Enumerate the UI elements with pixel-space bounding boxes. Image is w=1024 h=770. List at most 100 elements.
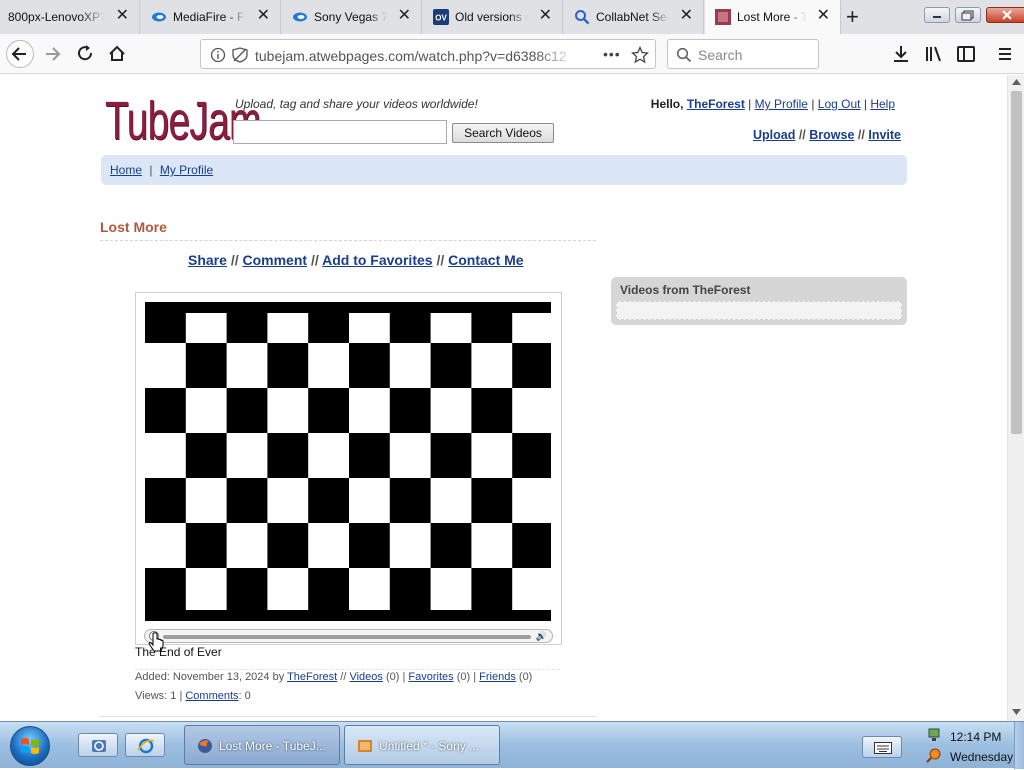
separator: |	[811, 97, 815, 111]
firefox-icon	[198, 739, 212, 753]
search-icon	[676, 47, 692, 63]
friends-link[interactable]: Friends	[479, 671, 516, 683]
favorites-link[interactable]: Favorites	[408, 671, 453, 683]
scroll-up-icon[interactable]	[1012, 79, 1021, 85]
videos-from-user-box: Videos from TheForest	[611, 277, 907, 325]
search-tray-icon[interactable]	[926, 747, 942, 763]
quicklaunch-ie[interactable]	[125, 733, 165, 757]
separator: |	[748, 97, 752, 111]
video-frame[interactable]	[145, 302, 551, 621]
friends-count: (0)	[518, 671, 533, 683]
close-tab-icon[interactable]: ✕	[257, 7, 270, 25]
close-tab-icon[interactable]: ✕	[398, 7, 411, 25]
player-controls: 🔊	[144, 629, 553, 643]
forward-button[interactable]	[40, 40, 68, 68]
tab-label: 800px-LenovoXP7_	[8, 10, 105, 24]
minimize-button[interactable]	[924, 7, 950, 23]
sony-vegas-icon	[358, 740, 372, 752]
url-bar[interactable]: tubejam.atwebpages.com/watch.php?v=d6388…	[200, 39, 656, 69]
system-clock[interactable]: 12:14 PM Wednesday	[950, 727, 1013, 767]
seek-bar[interactable]	[163, 635, 531, 639]
input-language-button[interactable]	[862, 736, 902, 758]
tracking-protection-icon[interactable]	[231, 47, 249, 63]
contact-me-link[interactable]: Contact Me	[448, 252, 523, 268]
tab-label: MediaFire - File	[173, 10, 246, 24]
tubejam-favicon-icon	[715, 9, 731, 25]
windows-logo-icon	[21, 738, 39, 754]
videos-link[interactable]: Videos	[349, 671, 382, 683]
sidebar-toggle-icon[interactable]	[956, 44, 976, 64]
scroll-down-icon[interactable]	[1012, 709, 1021, 715]
taskbar-window-browser[interactable]: Lost More - TubeJ...	[184, 725, 340, 765]
video-search-input[interactable]	[233, 120, 447, 144]
library-icon[interactable]	[924, 44, 944, 64]
help-link[interactable]: Help	[870, 97, 895, 111]
tab-label: CollabNet Sear	[596, 10, 669, 24]
separator: //	[230, 252, 239, 268]
scrollbar-thumb[interactable]	[1011, 91, 1022, 434]
close-tab-icon[interactable]: ✕	[680, 7, 693, 25]
home-link[interactable]: Home	[110, 163, 142, 177]
separator: |	[402, 671, 406, 683]
search-placeholder: Search	[698, 47, 743, 63]
download-icon[interactable]	[891, 44, 911, 64]
search-videos-button[interactable]: Search Videos	[452, 123, 554, 143]
reload-button[interactable]	[72, 40, 100, 68]
site-tagline: Upload, tag and share your videos worldw…	[235, 97, 478, 111]
url-text: tubejam.atwebpages.com/watch.php?v=d6388…	[255, 48, 567, 64]
network-tray-icon[interactable]	[926, 727, 942, 743]
restore-button[interactable]	[955, 7, 981, 23]
video-meta-stats: Views: 1 | Comments: 0	[135, 690, 251, 702]
upload-link[interactable]: Upload	[753, 128, 795, 142]
browser-tab-bar: 800px-LenovoXP7_ ✕ MediaFire - File ✕ So…	[0, 0, 1024, 34]
tab-lenovo[interactable]: 800px-LenovoXP7_ ✕	[0, 0, 140, 34]
reload-icon	[78, 45, 93, 61]
new-tab-button[interactable]: +	[846, 4, 859, 30]
tab-label: Sony Vegas 7.0	[314, 10, 387, 24]
search-field[interactable]: Search	[667, 39, 819, 69]
author-link[interactable]: TheForest	[287, 671, 337, 683]
share-link[interactable]: Share	[188, 252, 227, 268]
browse-link[interactable]: Browse	[809, 128, 854, 142]
site-actions: Upload // Browse // Invite	[753, 128, 901, 142]
info-icon[interactable]	[210, 47, 226, 63]
add-to-favorites-link[interactable]: Add to Favorites	[322, 252, 432, 268]
close-tab-icon[interactable]: ✕	[539, 7, 552, 25]
username-link[interactable]: TheForest	[687, 97, 745, 111]
taskbar-window-vegas[interactable]: Untitled * - Sony ...	[344, 725, 500, 765]
tab-mediafire[interactable]: MediaFire - File ✕	[141, 0, 281, 34]
breadcrumb-profile-link[interactable]: My Profile	[160, 163, 213, 177]
separator: |	[149, 163, 153, 177]
hamburger-menu-icon[interactable]	[995, 44, 1015, 64]
close-tab-icon[interactable]: ✕	[817, 7, 830, 25]
videos-count: (0)	[385, 671, 400, 683]
volume-icon[interactable]: 🔊	[536, 630, 547, 642]
show-desktop-button[interactable]	[1014, 722, 1024, 769]
separator: //	[436, 252, 445, 268]
my-profile-link[interactable]: My Profile	[755, 97, 808, 111]
tab-sony-vegas[interactable]: Sony Vegas 7.0 ✕	[282, 0, 422, 34]
page-scrollbar[interactable]	[1007, 75, 1024, 721]
video-actions: Share // Comment // Add to Favorites // …	[188, 252, 524, 268]
greeting-text: Hello,	[650, 97, 684, 111]
video-player[interactable]: 🔊	[135, 292, 562, 645]
tab-old-versions[interactable]: OV Old versions of ✕	[423, 0, 563, 34]
start-button[interactable]	[10, 726, 50, 766]
checkerboard-video-image	[145, 302, 551, 621]
home-button[interactable]	[104, 40, 132, 68]
os-taskbar: Lost More - TubeJ... Untitled * - Sony .…	[0, 721, 1024, 769]
close-window-button[interactable]	[986, 7, 1024, 23]
comments-link[interactable]: Comments	[185, 690, 238, 702]
logout-link[interactable]: Log Out	[818, 97, 861, 111]
tab-lost-more[interactable]: Lost More - Tu ✕	[705, 0, 841, 34]
close-tab-icon[interactable]: ✕	[116, 7, 129, 25]
mediafire-icon	[293, 12, 307, 22]
back-button[interactable]	[6, 40, 34, 68]
tab-collabnet[interactable]: CollabNet Sear ✕	[564, 0, 704, 34]
bookmark-star-icon[interactable]	[631, 46, 649, 64]
invite-link[interactable]: Invite	[868, 128, 901, 142]
quicklaunch-explorer[interactable]	[78, 733, 118, 757]
comment-link[interactable]: Comment	[242, 252, 307, 268]
page-actions-menu-icon[interactable]: •••	[603, 46, 621, 62]
separator: //	[310, 252, 319, 268]
